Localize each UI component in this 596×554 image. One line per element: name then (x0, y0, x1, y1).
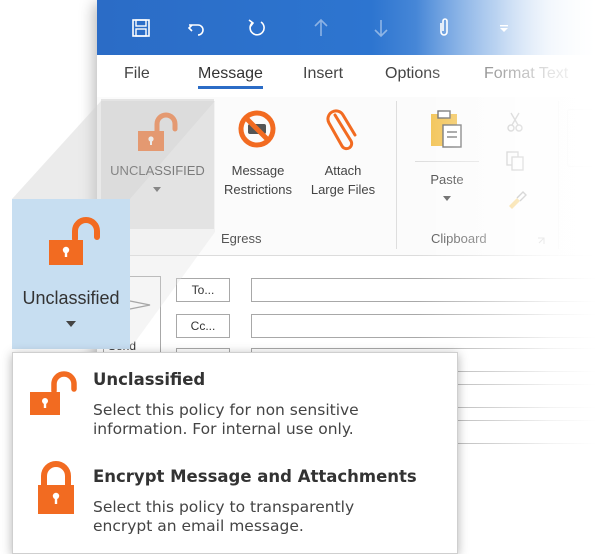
up-arrow-icon[interactable] (307, 14, 335, 42)
attach-label-1: Attach (324, 163, 362, 178)
lock-icon (38, 461, 74, 514)
undo-icon[interactable] (182, 14, 210, 42)
cc-field[interactable] (251, 314, 596, 338)
policy-description-line-1: Select this policy for non sensitive (93, 401, 359, 419)
restrictions-label-1: Message (231, 163, 285, 178)
next-group-button[interactable] (567, 109, 596, 167)
message-restrictions-button[interactable]: Message Restrictions (215, 99, 301, 209)
save-icon[interactable] (127, 14, 155, 42)
unlock-icon (138, 112, 178, 151)
paste-divider (415, 161, 479, 162)
chevron-down-icon (153, 187, 161, 192)
chevron-down-icon (443, 196, 451, 201)
group-label-clipboard: Clipboard (431, 231, 487, 246)
to-field[interactable] (251, 278, 596, 302)
unclassified-label: UNCLASSIFIED (110, 163, 205, 178)
attach-large-files-button[interactable]: Attach Large Files (301, 99, 385, 209)
cut-icon[interactable] (507, 111, 523, 133)
ribbon-tabs: File Message Insert Options Format Text (97, 55, 596, 97)
unlock-icon (49, 217, 100, 265)
paperclip-icon (326, 109, 357, 151)
zoom-unclassified-button[interactable]: Unclassified (12, 199, 130, 349)
redo-icon[interactable] (243, 14, 271, 42)
unlock-icon (30, 371, 77, 415)
policy-dropdown: Unclassified Select this policy for non … (12, 352, 458, 554)
customize-icon[interactable] (490, 14, 518, 42)
attach-icon[interactable] (430, 14, 458, 42)
attach-label-2: Large Files (310, 182, 376, 197)
tab-file[interactable]: File (124, 65, 150, 83)
format-painter-icon[interactable] (507, 190, 527, 210)
no-entry-icon (238, 110, 276, 148)
chevron-down-icon (66, 321, 76, 327)
zoom-unclassified-label: Unclassified (22, 288, 120, 308)
tab-insert[interactable]: Insert (303, 65, 343, 83)
ribbon-separator (558, 101, 559, 249)
group-label-egress: Egress (221, 231, 262, 246)
policy-title: Encrypt Message and Attachments (93, 467, 417, 486)
clipboard-icon (431, 110, 462, 148)
quick-access-toolbar (97, 0, 596, 55)
down-arrow-icon[interactable] (367, 14, 395, 42)
dialog-launcher-icon[interactable] (537, 237, 545, 245)
policy-title: Unclassified (93, 370, 206, 389)
ribbon-separator (396, 101, 397, 249)
to-button[interactable]: To... (176, 278, 230, 302)
policy-description-line-2: information. For internal use only. (93, 420, 354, 438)
paste-button[interactable]: Paste (415, 99, 479, 211)
policy-description-line-1: Select this policy to transparently (93, 498, 355, 516)
tab-options[interactable]: Options (385, 65, 440, 83)
ribbon: UNCLASSIFIED Message Restrictions Attach… (97, 97, 596, 256)
tab-format-text[interactable]: Format Text (484, 65, 568, 83)
tab-message[interactable]: Message (198, 65, 263, 89)
policy-option-unclassified[interactable]: Unclassified Select this policy for non … (13, 353, 459, 451)
policy-description-line-2: encrypt an email message. (93, 517, 304, 535)
copy-icon[interactable] (506, 151, 524, 171)
cc-button[interactable]: Cc... (176, 314, 230, 338)
paste-label: Paste (430, 172, 464, 187)
send-arrow-icon (129, 300, 151, 310)
restrictions-label-2: Restrictions (224, 182, 292, 197)
policy-option-encrypt[interactable]: Encrypt Message and Attachments Select t… (13, 453, 459, 553)
